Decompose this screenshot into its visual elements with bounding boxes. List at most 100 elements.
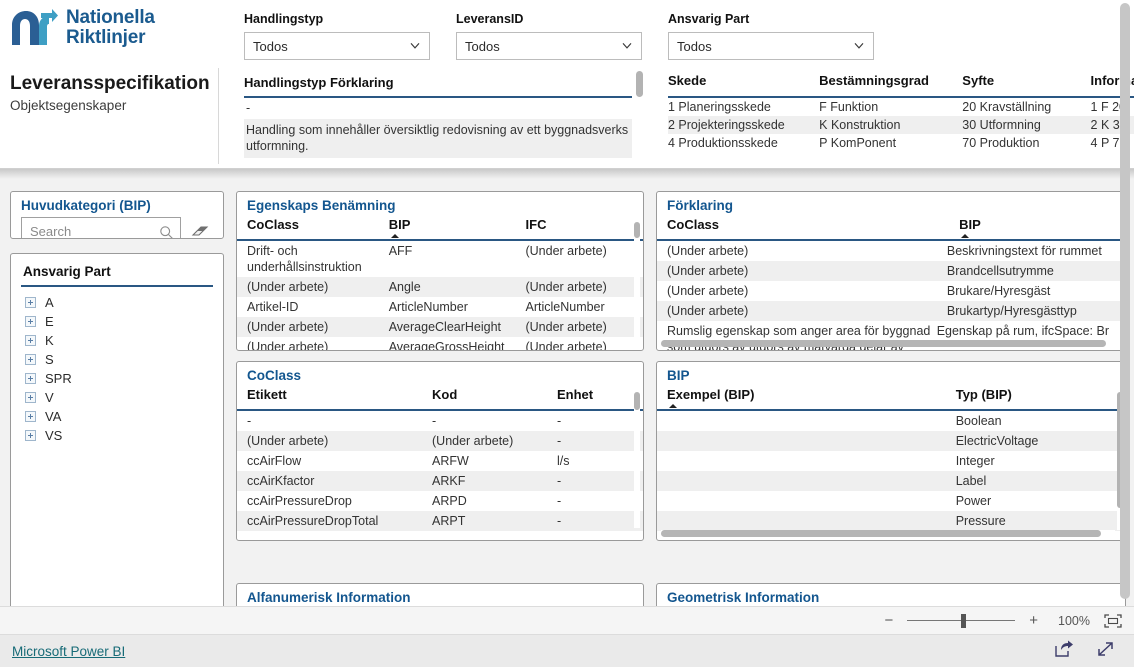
table-row[interactable]: (Under arbete) Beskrivningstext för rumm… xyxy=(657,241,1125,261)
expand-plus-icon[interactable] xyxy=(25,354,36,365)
expand-plus-icon[interactable] xyxy=(25,297,36,308)
coclass-vscrollbar[interactable] xyxy=(634,392,640,528)
column-header-bip[interactable]: BIP xyxy=(389,215,526,239)
column-header-coclass[interactable]: CoClass xyxy=(667,215,959,239)
grid-header-row: CoClass BIP IFC xyxy=(237,215,643,241)
table-row[interactable]: (Under arbete) Brukartyp/Hyresgästtyp xyxy=(657,301,1125,321)
table-row[interactable]: (Under arbete) (Under arbete) - xyxy=(237,431,643,451)
expand-plus-icon[interactable] xyxy=(25,316,36,327)
table-row[interactable]: ccAirFlow ARFW l/s xyxy=(237,451,643,471)
cell-bip: Beskrivningstext för rummet xyxy=(946,244,1102,258)
handlingstyp-forklaring-scrollbar[interactable] xyxy=(636,71,643,163)
table-row[interactable]: (Under arbete) Brandcellsutrymme xyxy=(657,261,1125,281)
forklaring-grid: CoClass BIP (Under arbete) Beskrivningst… xyxy=(657,215,1125,350)
column-header-enhet[interactable]: Enhet xyxy=(557,385,627,409)
column-header-typ-bip[interactable]: Typ (BIP) xyxy=(956,385,1115,409)
table-row[interactable]: ccAirPressureDrop ARPD - xyxy=(237,491,643,511)
column-header-skede[interactable]: Skede xyxy=(668,73,820,98)
table-row[interactable]: 2 Projekteringsskede K Konstruktion 30 U… xyxy=(668,116,1134,134)
column-header-syfte[interactable]: Syfte xyxy=(962,73,1091,98)
search-icon[interactable] xyxy=(159,225,174,238)
forklaring-card: Förklaring CoClass BIP (Under arbete) Be… xyxy=(656,191,1126,351)
egenskaps-benamning-vscrollbar[interactable] xyxy=(634,222,640,342)
cell-bip: Brandcellsutrymme xyxy=(946,264,1054,278)
expand-plus-icon[interactable] xyxy=(25,392,36,403)
bip-hscrollbar[interactable] xyxy=(661,530,1115,537)
column-header-kod[interactable]: Kod xyxy=(432,385,557,409)
table-row[interactable]: Integer xyxy=(657,451,1125,471)
tree-item-e[interactable]: E xyxy=(11,312,223,331)
geometrisk-information-title: Geometrisk Information xyxy=(667,590,820,605)
column-header-coclass[interactable]: CoClass xyxy=(247,215,389,239)
expand-plus-icon[interactable] xyxy=(25,335,36,346)
column-header-etikett[interactable]: Etikett xyxy=(247,385,432,409)
expand-plus-icon[interactable] xyxy=(25,373,36,384)
power-bi-link[interactable]: Microsoft Power BI xyxy=(12,644,125,659)
cell-kod: ARPT xyxy=(432,514,466,528)
column-header-bestamningsgrad[interactable]: Bestämningsgrad xyxy=(819,73,963,98)
table-row[interactable]: 1 Planeringsskede F Funktion 20 Kravstäl… xyxy=(668,97,1134,116)
expand-plus-icon[interactable] xyxy=(25,411,36,422)
tree-item-a[interactable]: A xyxy=(11,293,223,312)
zoom-toolbar: − + 100% xyxy=(0,606,1134,635)
table-row[interactable]: Artikel-ID ArticleNumber ArticleNumber xyxy=(237,297,643,317)
cell-enhet: - xyxy=(557,414,562,428)
table-row[interactable]: Pressure xyxy=(657,511,1125,531)
expand-plus-icon[interactable] xyxy=(25,430,36,441)
table-row[interactable]: ccAirPressureDropTotal ARPT - xyxy=(237,511,643,531)
cell-ifc: (Under arbete) xyxy=(525,244,607,258)
table-row[interactable]: ElectricVoltage xyxy=(657,431,1125,451)
fit-to-page-icon[interactable] xyxy=(1104,613,1122,628)
zoom-out-button[interactable]: − xyxy=(884,613,893,628)
zoom-slider[interactable] xyxy=(907,613,1016,628)
grid-header-row: CoClass BIP xyxy=(657,215,1125,241)
table-row[interactable]: (Under arbete) Angle (Under arbete) xyxy=(237,277,643,297)
cell-ifc: (Under arbete) xyxy=(525,280,607,294)
search-input[interactable]: Search xyxy=(21,217,181,238)
column-header-bip-label: BIP xyxy=(388,217,411,232)
tree-item-vs[interactable]: VS xyxy=(11,426,223,445)
brand-name: Nationella Riktlinjer xyxy=(66,8,155,48)
page-vertical-scrollbar[interactable] xyxy=(1120,3,1130,603)
tree-item-spr[interactable]: SPR xyxy=(11,369,223,388)
cell-coclass: (Under arbete) xyxy=(667,264,749,278)
cell-bip: Brukare/Hyresgäst xyxy=(946,284,1051,298)
alfanumerisk-information-card: Alfanumerisk Information xyxy=(236,583,644,606)
cell-exempel xyxy=(667,491,956,511)
tree-item-va[interactable]: VA xyxy=(11,407,223,426)
tree-item-v[interactable]: V xyxy=(11,388,223,407)
cell-enhet: - xyxy=(557,494,562,508)
cell-exempel xyxy=(667,431,956,451)
table-row[interactable]: - - - xyxy=(237,411,643,431)
table-row[interactable]: 4 Produktionsskede P KomPonent 70 Produk… xyxy=(668,134,1134,152)
handlingstyp-forklaring-row-1: - xyxy=(244,98,632,119)
table-row[interactable]: Drift- och underhållsinstruktion AFF (Un… xyxy=(237,241,643,277)
cell-kod: ARPD xyxy=(432,494,467,508)
filter-handlingstyp-select[interactable]: Todos xyxy=(244,32,430,60)
cell-typ: Boolean xyxy=(955,414,1002,428)
forklaring-hscrollbar[interactable] xyxy=(661,340,1115,347)
zoom-slider-knob[interactable] xyxy=(961,613,967,628)
table-row[interactable]: Boolean xyxy=(657,411,1125,431)
table-row[interactable]: ccAirKfactor ARKF - xyxy=(237,471,643,491)
cell-bestamningsgrad: K Konstruktion xyxy=(819,116,963,134)
tree-item-k[interactable]: K xyxy=(11,331,223,350)
table-row[interactable]: Power xyxy=(657,491,1125,511)
eraser-icon[interactable] xyxy=(189,221,211,239)
cell-coclass: Drift- och underhållsinstruktion xyxy=(247,244,362,274)
column-header-ifc[interactable]: IFC xyxy=(526,215,634,239)
filter-leveransid-select[interactable]: Todos xyxy=(456,32,642,60)
tree-item-s[interactable]: S xyxy=(11,350,223,369)
table-row[interactable]: Label xyxy=(657,471,1125,491)
huvudkategori-search-card: Huvudkategori (BIP) Search xyxy=(10,191,224,239)
share-icon[interactable] xyxy=(1054,640,1074,663)
column-header-bip[interactable]: BIP xyxy=(959,215,1115,239)
column-header-exempel-bip[interactable]: Exempel (BIP) xyxy=(667,385,956,409)
cell-etikett: - xyxy=(247,414,252,428)
filter-ansvarig-part-select[interactable]: Todos xyxy=(668,32,874,60)
table-row[interactable]: (Under arbete) AverageClearHeight (Under… xyxy=(237,317,643,337)
table-row[interactable]: (Under arbete) AverageGrossHeight (Under… xyxy=(237,337,643,350)
zoom-in-button[interactable]: + xyxy=(1029,613,1038,628)
fullscreen-icon[interactable] xyxy=(1096,640,1116,663)
table-row[interactable]: (Under arbete) Brukare/Hyresgäst xyxy=(657,281,1125,301)
